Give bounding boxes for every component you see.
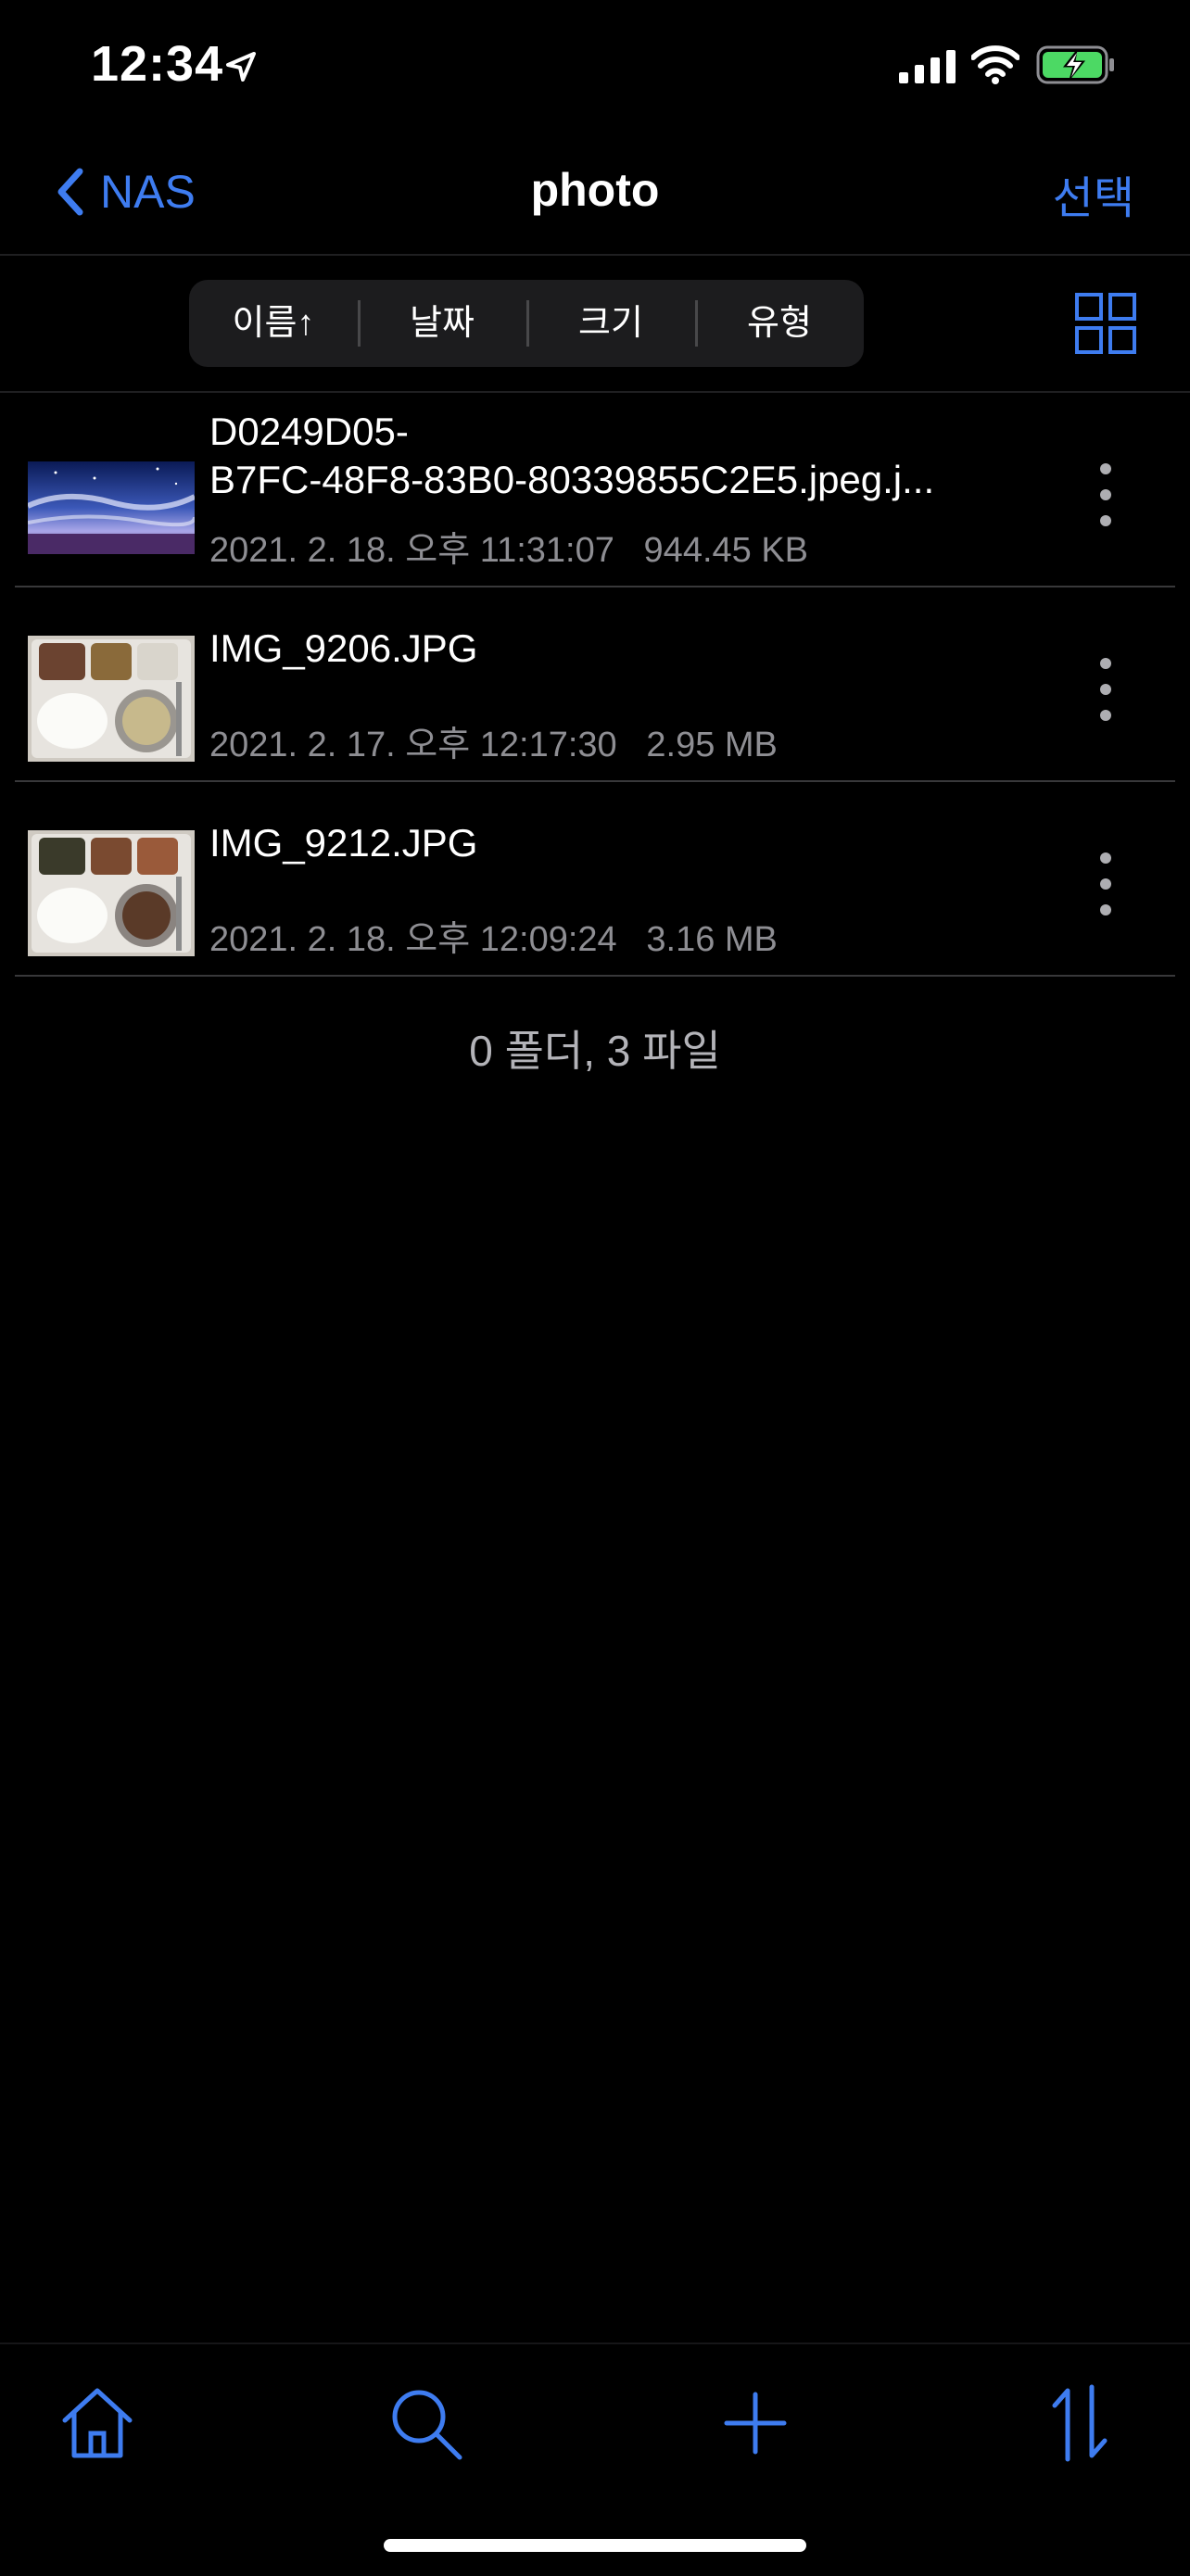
file-row[interactable]: IMG_9212.JPG 2021. 2. 18. 오후 12:09:24 3.…: [15, 782, 1175, 977]
sort-bar: 이름↑ 날짜 크기 유형: [0, 256, 1190, 393]
sort-by-name[interactable]: 이름↑: [189, 280, 358, 367]
navigation-bar: NAS photo 선택: [0, 139, 1190, 256]
folder-file-summary: 0 폴더, 3 파일: [469, 1027, 721, 1075]
select-button[interactable]: 선택: [1053, 161, 1134, 226]
file-size: 3.16 MB: [646, 920, 778, 959]
file-row[interactable]: IMG_9206.JPG 2021. 2. 17. 오후 12:17:30 2.…: [15, 587, 1175, 782]
wifi-icon: [971, 45, 1019, 84]
file-list: D0249D05- B7FC-48F8-83B0-80339855C2E5.jp…: [0, 393, 1190, 977]
home-indicator[interactable]: [384, 2539, 806, 2552]
battery-charging-icon: [1036, 45, 1114, 84]
location-arrow-icon: [226, 52, 256, 82]
status-time: 12:34: [91, 36, 224, 92]
meal-tray-thumbnail: [28, 830, 195, 956]
sort-arrows-icon[interactable]: [1038, 2381, 1121, 2465]
file-meta: 2021. 2. 18. 오후 11:31:07 944.45 KB: [209, 521, 808, 572]
cellular-signal-icon: [899, 50, 956, 83]
meal-tray-thumbnail: [28, 636, 195, 762]
sort-by-type[interactable]: 유형: [695, 280, 864, 367]
file-date: 2021. 2. 18. 오후 11:31:07: [209, 531, 614, 570]
page-title: photo: [530, 164, 660, 216]
file-row[interactable]: D0249D05- B7FC-48F8-83B0-80339855C2E5.jp…: [15, 393, 1175, 587]
more-options-icon[interactable]: [1092, 458, 1120, 532]
night-sky-landscape-thumbnail: [28, 441, 195, 567]
file-meta: 2021. 2. 17. 오후 12:17:30 2.95 MB: [209, 715, 778, 766]
status-bar: 12:34: [0, 0, 1190, 139]
more-options-icon[interactable]: [1092, 652, 1120, 726]
file-meta: 2021. 2. 18. 오후 12:09:24 3.16 MB: [209, 910, 778, 961]
sort-by-date[interactable]: 날짜: [358, 280, 526, 367]
home-icon[interactable]: [56, 2381, 139, 2465]
file-size: 2.95 MB: [646, 726, 778, 764]
file-date: 2021. 2. 17. 오후 12:17:30: [209, 726, 617, 764]
grid-view-icon[interactable]: [1075, 293, 1136, 354]
plus-icon[interactable]: [714, 2381, 797, 2465]
file-size: 944.45 KB: [643, 531, 809, 570]
file-name: IMG_9212.JPG: [209, 821, 478, 865]
sort-by-size[interactable]: 크기: [526, 280, 695, 367]
file-name: IMG_9206.JPG: [209, 626, 478, 670]
search-icon[interactable]: [384, 2381, 467, 2465]
sort-segmented-control: 이름↑ 날짜 크기 유형: [189, 280, 864, 367]
more-options-icon[interactable]: [1092, 847, 1120, 921]
file-name: D0249D05- B7FC-48F8-83B0-80339855C2E5.jp…: [209, 410, 935, 501]
file-date: 2021. 2. 18. 오후 12:09:24: [209, 920, 617, 959]
